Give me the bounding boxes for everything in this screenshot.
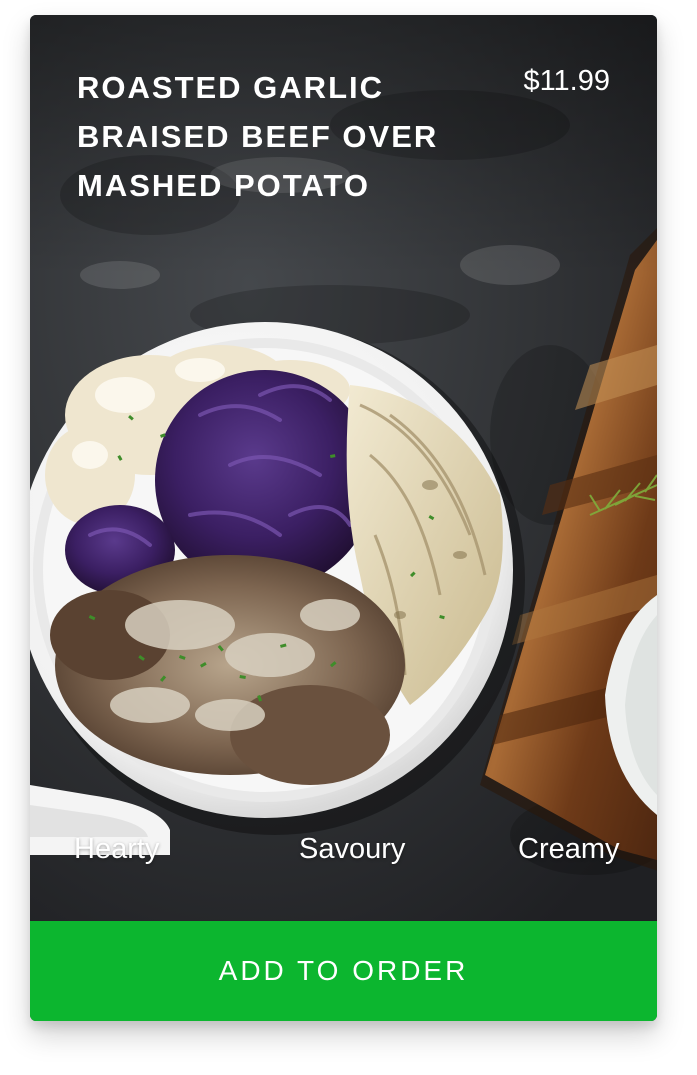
tag-creamy: Creamy: [518, 833, 620, 865]
flavor-tags: Hearty Savoury Creamy: [30, 833, 657, 877]
tag-savoury: Savoury: [299, 833, 406, 865]
product-price: $11.99: [523, 65, 610, 97]
product-title: ROASTED GARLIC BRAISED BEEF OVER MASHED …: [77, 70, 439, 203]
menu-item-card: ROASTED GARLIC BRAISED BEEF OVER MASHED …: [30, 15, 657, 1021]
tag-hearty: Hearty: [74, 833, 160, 865]
add-to-order-button[interactable]: ADD TO ORDER: [30, 921, 657, 1021]
